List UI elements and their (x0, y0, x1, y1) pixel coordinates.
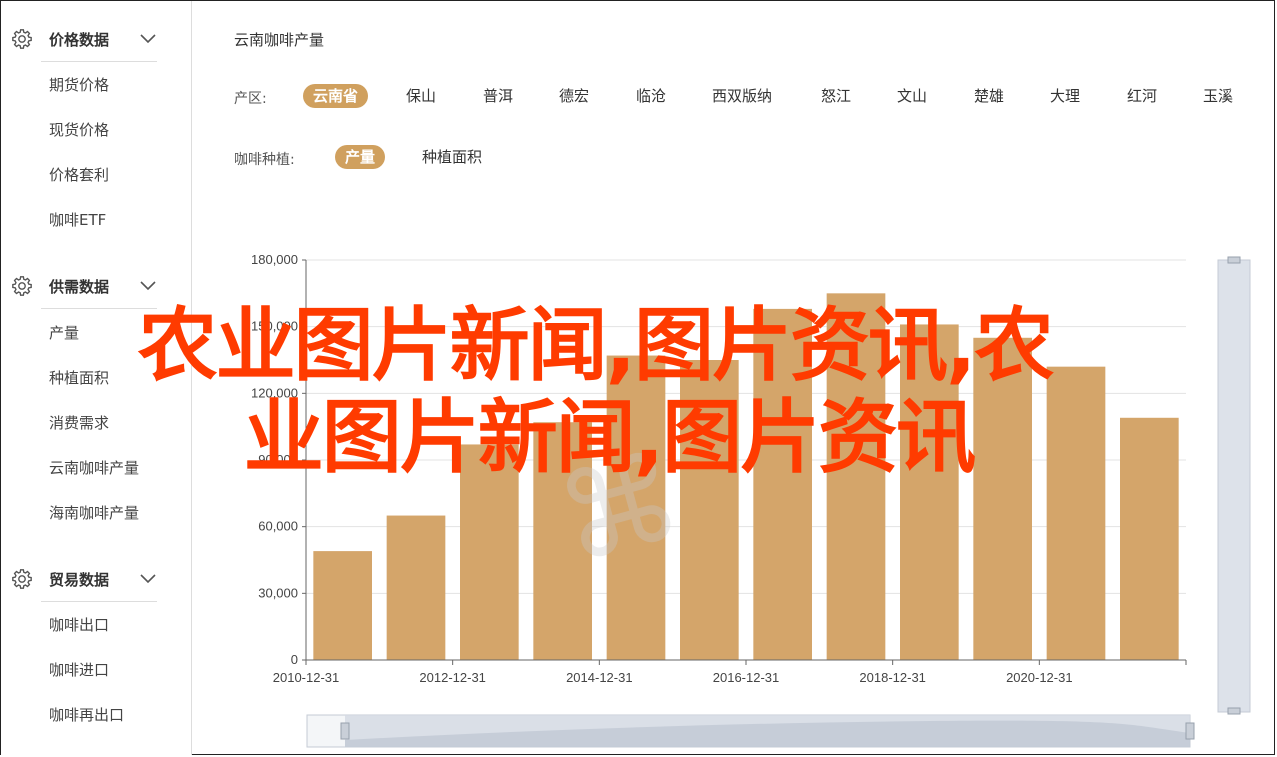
y-tick-label: 0 (291, 652, 298, 667)
region-option[interactable]: 红河 (1127, 84, 1157, 108)
chevron-down-icon (140, 281, 156, 291)
bar-2020-12-31[interactable] (1046, 366, 1106, 660)
x-tick-label: 2014-12-31 (566, 670, 633, 685)
y-tick-label: 120,000 (251, 385, 298, 400)
bar-2010-12-31[interactable] (313, 551, 372, 660)
y-tick-label: 60,000 (258, 519, 298, 534)
bar-2016-12-31[interactable] (753, 308, 812, 660)
y-tick-label: 150,000 (251, 319, 298, 334)
slider-handle-right[interactable] (1185, 722, 1195, 740)
y-tick-label: 30,000 (258, 585, 298, 600)
sidebar-item[interactable]: 云南咖啡产量 (49, 457, 139, 478)
x-tick-label: 2010-12-31 (273, 670, 340, 685)
x-tick-label: 2016-12-31 (713, 670, 780, 685)
bar-2019-12-31[interactable] (973, 337, 1032, 660)
section-header-price[interactable]: 价格数据 (1, 17, 191, 61)
x-tick-label: 2020-12-31 (1006, 670, 1072, 685)
sidebar-item[interactable]: 海南咖啡产量 (49, 502, 139, 523)
section-title: 贸易数据 (49, 571, 110, 589)
sidebar-item[interactable]: 期货价格 (49, 74, 109, 95)
horizontal-zoom-slider[interactable] (306, 714, 1195, 748)
region-option[interactable]: 德宏 (559, 84, 589, 108)
sidebar-item[interactable]: 咖啡再出口 (49, 704, 124, 725)
bars (313, 293, 1179, 660)
bar-2021-12-31[interactable] (1120, 417, 1179, 660)
bar-2013-12-31[interactable] (533, 422, 592, 660)
section-title: 供需数据 (49, 278, 110, 296)
sidebar-item[interactable]: 咖啡进口 (49, 659, 109, 680)
bar-2015-12-31[interactable] (680, 360, 739, 660)
bar-2012-12-31[interactable] (460, 444, 519, 660)
bar-2018-12-31[interactable] (900, 324, 959, 660)
region-option[interactable]: 西双版纳 (712, 84, 772, 108)
section-header-trade[interactable]: 贸易数据 (1, 557, 191, 601)
region-option[interactable]: 保山 (406, 84, 436, 108)
slider-handle-left[interactable] (340, 722, 350, 740)
bar-2017-12-31[interactable] (826, 293, 886, 660)
planting-label: 咖啡种植: (234, 152, 295, 168)
page-title: 云南咖啡产量 (234, 31, 325, 49)
region-option[interactable]: 怒江 (821, 84, 851, 108)
bar-chart: 0 30,000 60,000 90,000 120,000 150,000 180,000… (251, 252, 1251, 748)
slider-handle-bottom[interactable] (1227, 707, 1241, 715)
region-option[interactable]: 普洱 (483, 84, 513, 108)
divider (41, 61, 157, 62)
gear-icon (12, 276, 32, 296)
sidebar: 价格数据 期货价格 现货价格 价格套利 咖啡ETF 供需数据 产量 种植面积 消… (1, 1, 192, 755)
gear-icon (12, 569, 32, 589)
planting-option[interactable]: 种植面积 (422, 145, 482, 169)
sidebar-item[interactable]: 咖啡ETF (49, 209, 106, 230)
region-label: 产区: (234, 91, 267, 107)
gear-icon (12, 29, 32, 49)
vertical-zoom-slider[interactable] (1217, 256, 1251, 715)
y-tick-label: 180,000 (251, 252, 298, 267)
bar-2014-12-31[interactable] (606, 355, 666, 660)
sidebar-item[interactable]: 价格套利 (49, 164, 109, 185)
planting-option[interactable]: 产量 (335, 145, 386, 169)
sidebar-item[interactable]: 咖啡出口 (49, 614, 109, 635)
section-title: 价格数据 (49, 31, 110, 49)
divider (41, 601, 157, 602)
region-option[interactable]: 大理 (1050, 84, 1080, 108)
y-axis: 0 30,000 60,000 90,000 120,000 150,000 180,000 (251, 252, 307, 667)
sidebar-item[interactable]: 现货价格 (49, 119, 109, 140)
section-header-supply[interactable]: 供需数据 (1, 264, 191, 308)
region-option[interactable]: 云南省 (303, 84, 369, 108)
region-option[interactable]: 玉溪 (1203, 84, 1233, 108)
x-axis: 2010-12-31 2012-12-31 2014-12-31 2016-12-31… (273, 659, 1187, 685)
slider-handle-top[interactable] (1227, 256, 1241, 264)
sidebar-item[interactable]: 消费需求 (49, 412, 109, 433)
sidebar-item[interactable]: 产量 (49, 322, 79, 343)
chevron-down-icon (140, 574, 156, 584)
chevron-down-icon (140, 34, 156, 44)
bar-2011-12-31[interactable] (386, 515, 446, 660)
x-tick-label: 2012-12-31 (419, 670, 486, 685)
region-option[interactable]: 文山 (897, 84, 927, 108)
region-option[interactable]: 临沧 (636, 84, 666, 108)
divider (41, 308, 157, 309)
region-option[interactable]: 楚雄 (974, 84, 1004, 108)
y-tick-label: 90,000 (258, 452, 298, 467)
sidebar-item[interactable]: 种植面积 (49, 367, 109, 388)
x-tick-label: 2018-12-31 (859, 670, 926, 685)
